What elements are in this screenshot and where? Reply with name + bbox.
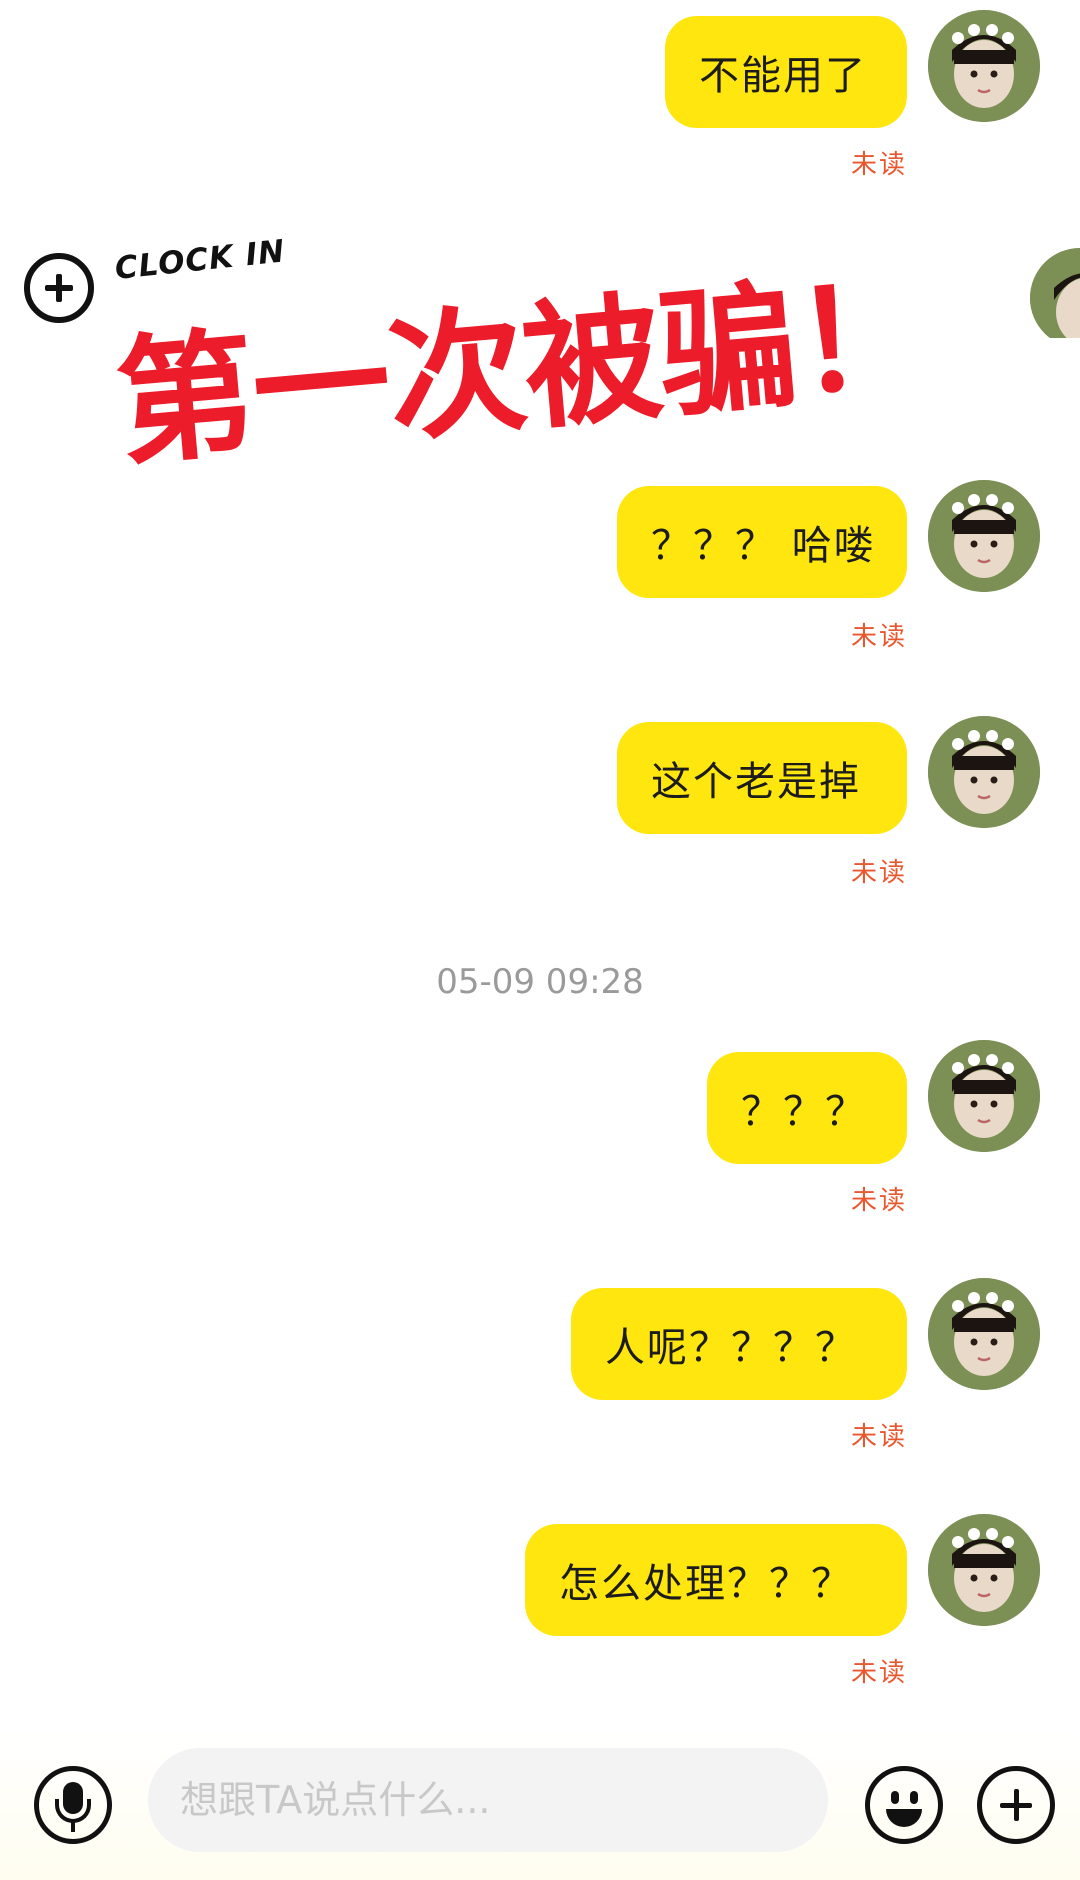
avatar[interactable] bbox=[928, 716, 1040, 828]
message-text: 人呢？？？？ bbox=[605, 1325, 857, 1371]
emoji-icon[interactable] bbox=[865, 1766, 943, 1844]
message-bubble[interactable]: 人呢？？？？ bbox=[571, 1288, 907, 1400]
message-text: ？？？ 哈喽 bbox=[651, 523, 876, 569]
message-bubble[interactable]: ？？？ bbox=[707, 1052, 907, 1164]
message-row: 人呢？？？？ bbox=[0, 1278, 1080, 1400]
message-input[interactable] bbox=[148, 1748, 828, 1852]
avatar-image bbox=[928, 1514, 1040, 1626]
avatar[interactable] bbox=[928, 1514, 1040, 1626]
avatar[interactable] bbox=[928, 480, 1040, 592]
avatar[interactable] bbox=[928, 10, 1040, 122]
message-row: 怎么处理？？？ bbox=[0, 1514, 1080, 1636]
message-bubble[interactable]: 不能用了 bbox=[665, 16, 907, 128]
unread-status: 未读 bbox=[850, 150, 907, 180]
input-bar bbox=[0, 1730, 1080, 1880]
message-text: 不能用了 bbox=[699, 53, 867, 99]
partial-avatar bbox=[1030, 248, 1080, 338]
microphone-icon[interactable] bbox=[34, 1766, 112, 1844]
emoji-mouth bbox=[886, 1809, 922, 1827]
avatar bbox=[1030, 248, 1080, 338]
avatar[interactable] bbox=[928, 1278, 1040, 1390]
emoji-eye bbox=[891, 1791, 899, 1804]
message-row: ？？？ 哈喽 bbox=[0, 480, 1080, 600]
unread-status: 未读 bbox=[850, 1422, 907, 1452]
avatar-image bbox=[928, 480, 1040, 592]
unread-status: 未读 bbox=[850, 1658, 907, 1688]
mic-arc bbox=[55, 1799, 91, 1823]
plus-icon[interactable] bbox=[977, 1766, 1055, 1844]
message-row: ？？？ bbox=[0, 1040, 1080, 1164]
message-text: 怎么处理？？？ bbox=[559, 1561, 853, 1607]
mic-stem bbox=[71, 1822, 75, 1832]
message-bubble[interactable]: 怎么处理？？？ bbox=[525, 1524, 907, 1636]
unread-status: 未读 bbox=[850, 622, 907, 652]
timestamp: 05-09 09:28 bbox=[436, 962, 644, 1002]
avatar-image bbox=[1030, 248, 1080, 338]
message-row: 不能用了 bbox=[0, 10, 1080, 130]
avatar-image bbox=[928, 716, 1040, 828]
message-text: ？？？ bbox=[741, 1089, 867, 1135]
avatar-image bbox=[928, 1278, 1040, 1390]
chat-area: 不能用了 未读 ？？？ 哈喽 未读 这个老是掉 未读 05-09 09:28 ？… bbox=[0, 0, 1080, 1730]
emoji-eye bbox=[910, 1791, 918, 1804]
message-text: 这个老是掉 bbox=[651, 759, 861, 805]
unread-status: 未读 bbox=[850, 858, 907, 888]
message-bubble[interactable]: 这个老是掉 bbox=[617, 722, 907, 834]
avatar-image bbox=[928, 10, 1040, 122]
message-bubble[interactable]: ？？？ 哈喽 bbox=[617, 486, 907, 598]
message-row: 这个老是掉 bbox=[0, 716, 1080, 836]
unread-status: 未读 bbox=[850, 1186, 907, 1216]
avatar-image bbox=[928, 1040, 1040, 1152]
plus-circle-icon bbox=[24, 253, 94, 323]
avatar[interactable] bbox=[928, 1040, 1040, 1152]
